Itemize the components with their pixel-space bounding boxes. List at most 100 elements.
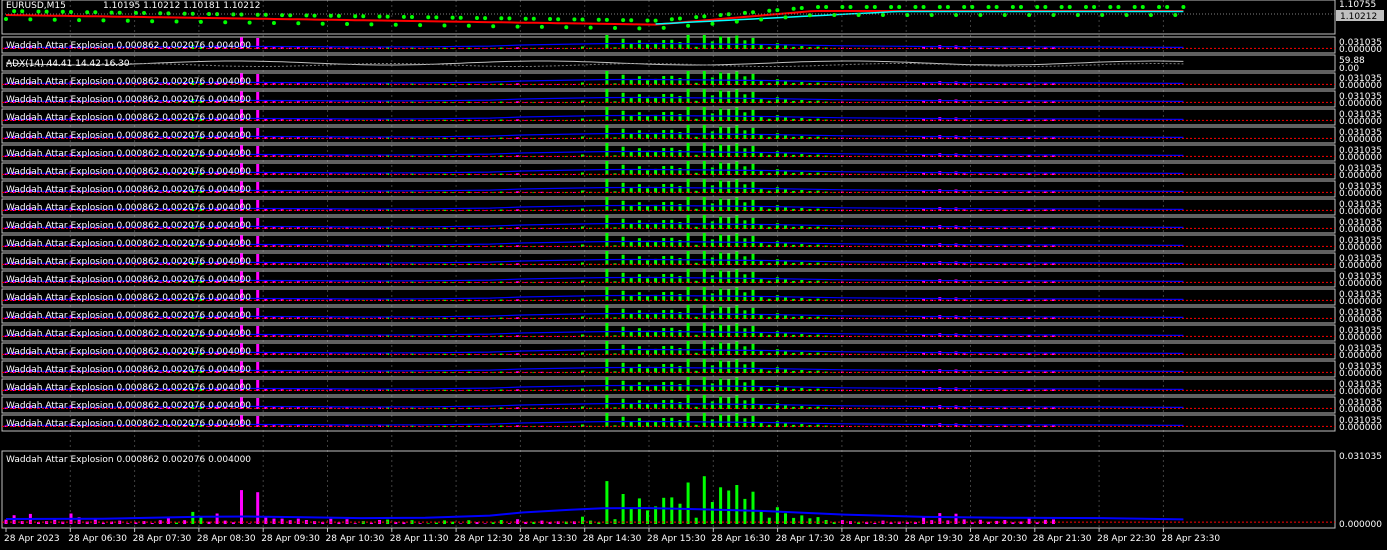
wae-bar xyxy=(719,108,723,121)
wae-bar xyxy=(434,522,438,524)
wae-label: Waddah Attar Explosion 0.000862 0.002076… xyxy=(6,95,251,105)
wae-bar xyxy=(727,181,731,193)
wae-bar xyxy=(670,75,674,85)
wae-bar xyxy=(727,217,731,229)
wae-bar xyxy=(719,378,723,391)
psar-dot xyxy=(897,5,902,9)
psar-dot xyxy=(393,22,398,27)
wae-bar xyxy=(256,110,260,121)
wae-bar xyxy=(751,307,755,319)
psar-dot xyxy=(142,11,147,15)
wae-bar xyxy=(662,400,666,409)
wae-bar xyxy=(637,346,641,355)
wae-bar xyxy=(735,269,739,283)
wae-bar xyxy=(329,518,333,524)
wae-bar xyxy=(670,309,674,319)
wae-label: Waddah Attar Explosion 0.000862 0.002076… xyxy=(6,113,251,123)
psar-dot xyxy=(77,18,82,23)
wae-bar xyxy=(662,94,666,103)
wae-bar xyxy=(719,36,723,49)
wae-bar xyxy=(727,325,731,337)
wae-bar xyxy=(710,113,714,121)
wae-bar xyxy=(735,395,739,409)
wae-bar xyxy=(702,251,706,265)
psar-dot xyxy=(507,16,512,21)
wae-bar xyxy=(662,418,666,427)
wae-bar xyxy=(256,164,260,175)
psar-dot xyxy=(734,19,739,24)
wae-bar xyxy=(719,360,723,373)
wae-label: Waddah Attar Explosion 0.000862 0.002076… xyxy=(6,167,251,177)
psar-dot xyxy=(767,8,772,13)
wae-bar xyxy=(670,39,674,49)
wae-bar xyxy=(727,289,731,301)
wae-scale-bottom: 0.000000 xyxy=(1339,279,1382,289)
wae-bar xyxy=(710,239,714,247)
wae-bar xyxy=(637,202,641,211)
wae-bar xyxy=(256,218,260,229)
wae-bar xyxy=(735,143,739,157)
wae-bar xyxy=(922,517,926,524)
wae-bar xyxy=(686,197,690,211)
psar-dot xyxy=(410,15,414,19)
psar-dot xyxy=(929,13,934,17)
wae-bar xyxy=(459,523,463,524)
wae-bar xyxy=(605,395,609,409)
wae-bar xyxy=(702,71,706,85)
psar-dot xyxy=(1116,5,1121,9)
wae-bar xyxy=(662,40,666,49)
time-label: 28 Apr 21:30 xyxy=(1033,534,1092,544)
time-label: 28 Apr 23:30 xyxy=(1161,534,1220,544)
wae-bar xyxy=(719,487,723,524)
wae-bar xyxy=(719,90,723,103)
wae-bar xyxy=(605,287,609,301)
psar-dot xyxy=(613,26,617,30)
wae-scale-bottom: 0.000000 xyxy=(1339,207,1382,217)
wae-bar xyxy=(727,253,731,265)
psar-dot xyxy=(280,13,285,18)
wae-bar xyxy=(710,257,714,265)
wae-label: Waddah Attar Explosion 0.000862 0.002076… xyxy=(6,329,251,339)
psar-dot xyxy=(166,11,171,16)
wae-bar xyxy=(751,199,755,211)
wae-bar xyxy=(256,200,260,211)
wae-bar xyxy=(816,517,820,524)
wae-bar xyxy=(735,71,739,85)
psar-dot xyxy=(645,18,650,23)
wae-bar xyxy=(719,306,723,319)
psar-dot xyxy=(442,23,447,28)
wae-bar xyxy=(637,328,641,337)
wae-bar xyxy=(670,93,674,103)
psar-dot xyxy=(913,5,918,9)
psar-dot xyxy=(52,17,57,22)
wae-bar xyxy=(637,238,641,247)
wae-bar xyxy=(735,323,739,337)
psar-dot xyxy=(263,12,268,17)
wae-bar xyxy=(889,522,893,524)
psar-dot xyxy=(604,17,609,22)
wae-bar xyxy=(727,163,731,175)
wae-label: Waddah Attar Explosion 0.000862 0.002076… xyxy=(6,41,251,51)
psar-dot xyxy=(1157,5,1162,9)
wae-bar xyxy=(418,523,422,524)
chart-window[interactable]: EURUSD,M15 1.10195 1.10212 1.10181 1.102… xyxy=(0,0,1387,550)
psar-dot xyxy=(1043,5,1048,9)
wae-bar xyxy=(637,184,641,193)
psar-dot xyxy=(864,5,869,9)
wae-bar xyxy=(605,413,609,427)
wae-bar xyxy=(686,413,690,427)
wae-label: Waddah Attar Explosion 0.000862 0.002076… xyxy=(6,203,251,213)
wae-bar xyxy=(710,221,714,229)
wae-bar xyxy=(735,89,739,103)
wae-bar xyxy=(727,343,731,355)
wae-bar xyxy=(727,127,731,139)
psar-dot xyxy=(889,5,894,9)
psar-dot xyxy=(1010,5,1015,9)
wae-bar xyxy=(662,382,666,391)
wae-bar xyxy=(637,364,641,373)
wae-bar xyxy=(702,179,706,193)
wae-bar xyxy=(694,517,698,524)
wae-bar xyxy=(605,233,609,247)
wae-bar xyxy=(735,359,739,373)
wae-bar xyxy=(719,180,723,193)
